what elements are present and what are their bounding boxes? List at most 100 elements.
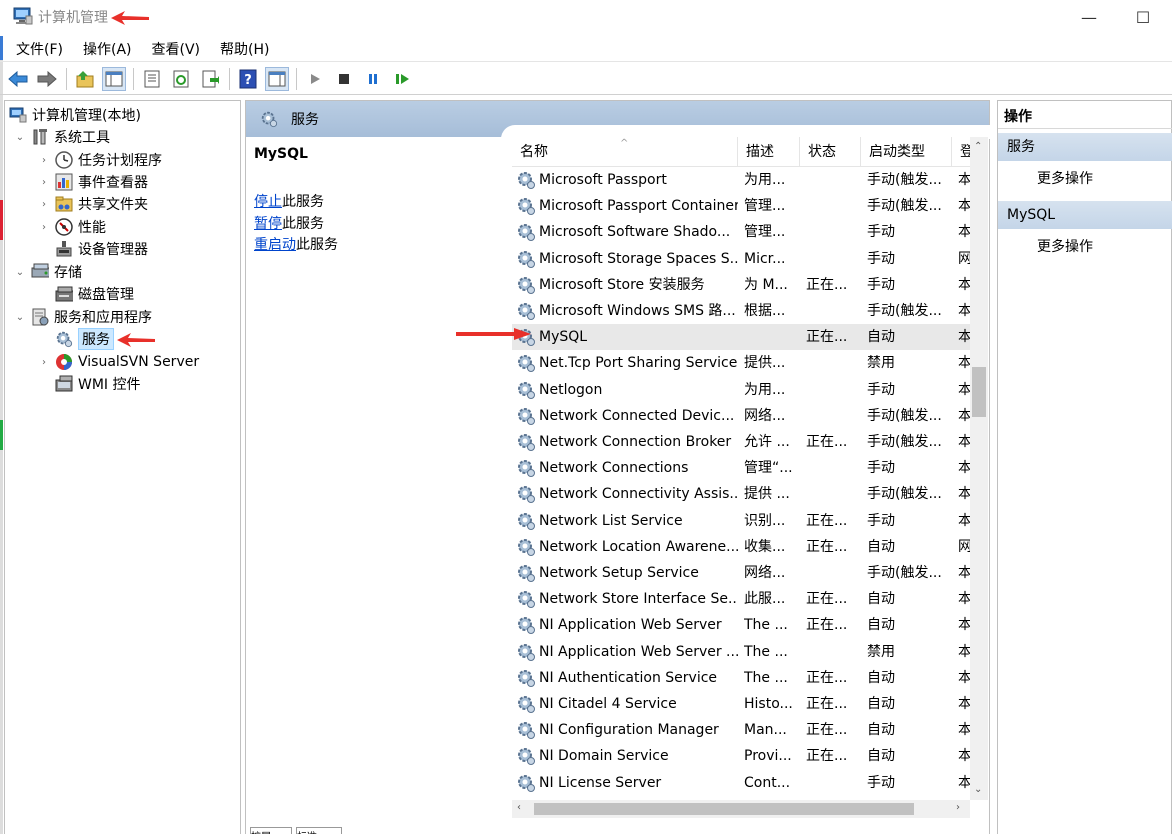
table-row[interactable]: Microsoft Storage Spaces S... Micr... 手动网	[512, 246, 972, 272]
service-description: 提供...	[744, 355, 786, 372]
table-row[interactable]: Microsoft Passport 为用... 手动(触发... 本	[512, 167, 972, 193]
table-row[interactable]: MySQL 正在... 自动本	[512, 324, 972, 351]
tree-root[interactable]: 计算机管理(本地)	[9, 104, 141, 126]
scroll-thumb[interactable]	[972, 367, 986, 417]
vertical-scrollbar[interactable]: ⌃ ⌄	[970, 137, 988, 800]
service-startup-type: 手动(触发...	[867, 303, 942, 319]
more-actions-services[interactable]: 更多操作	[1037, 168, 1093, 188]
up-folder-icon[interactable]	[73, 67, 97, 91]
help-icon[interactable]: ?	[236, 67, 260, 91]
service-description: 根据...	[744, 303, 786, 319]
column-name[interactable]: 名称 ^	[512, 137, 738, 167]
action-group-mysql[interactable]: MySQL	[998, 201, 1172, 229]
expand-chevron-icon[interactable]: ›	[37, 222, 51, 233]
service-startup-type: 手动	[867, 460, 895, 477]
scroll-thumb[interactable]	[534, 803, 914, 815]
play-icon[interactable]	[303, 67, 327, 91]
table-row[interactable]: Network Connected Devic... 网络... 手动(触发... 本	[512, 403, 972, 429]
back-arrow-icon[interactable]	[6, 67, 30, 91]
computer-management-icon	[13, 7, 33, 25]
table-row[interactable]: NI Domain Service Provi... 正在... 自动本	[512, 743, 972, 769]
collapse-chevron-icon[interactable]: ⌄	[13, 267, 27, 278]
collapse-chevron-icon[interactable]: ⌄	[13, 132, 27, 143]
scroll-right-icon[interactable]: ›	[956, 802, 960, 813]
table-row[interactable]: Microsoft Store 安装服务为 M... 正在... 手动本	[512, 272, 972, 298]
service-description: Cont...	[744, 774, 791, 791]
table-row[interactable]: NI License Server Cont... 手动本	[512, 770, 972, 796]
tree-system-tools[interactable]: ⌄ 系统工具	[13, 126, 110, 148]
table-row[interactable]: Network Setup Service 网络... 手动(触发... 本	[512, 560, 972, 586]
table-row[interactable]: NI Citadel 4 Service Histo... 正在... 自动本	[512, 691, 972, 717]
more-actions-mysql[interactable]: 更多操作	[1037, 236, 1093, 256]
tree-task-scheduler[interactable]: › 任务计划程序	[37, 149, 162, 171]
refresh-icon[interactable]	[169, 67, 193, 91]
service-status	[806, 350, 858, 376]
services-pane-title: 服务	[291, 112, 319, 128]
action-group-services[interactable]: 服务	[998, 133, 1172, 161]
table-row[interactable]: Net.Tcp Port Sharing Service 提供... 禁用本	[512, 350, 972, 376]
tree-event-viewer[interactable]: › 事件查看器	[37, 171, 148, 193]
column-description[interactable]: 描述	[738, 137, 800, 167]
tree-services[interactable]: 服务	[55, 328, 114, 350]
tree-device-manager[interactable]: 设备管理器	[55, 238, 148, 260]
tree-shared-folders[interactable]: › 共享文件夹	[37, 193, 148, 215]
tree-services-apps[interactable]: ⌄ 服务和应用程序	[13, 306, 152, 328]
services-list: 名称 ^ 描述 状态 启动类型 登 Microsoft Passport 为用...…	[512, 137, 987, 827]
table-row[interactable]: Network Store Interface Se... 此服... 正在... 自…	[512, 586, 972, 612]
expand-chevron-icon[interactable]: ›	[37, 177, 51, 188]
menu-file[interactable]: 文件(F)	[8, 39, 71, 59]
column-startup-type[interactable]: 启动类型	[861, 137, 952, 167]
table-row[interactable]: Network Location Awarene... 收集... 正在... 自动网	[512, 534, 972, 560]
tree-visualsvn[interactable]: › VisualSVN Server	[37, 351, 199, 373]
table-row[interactable]: Microsoft Passport Container 管理... 手动(触发..…	[512, 193, 972, 219]
tree-storage[interactable]: ⌄ 存储	[13, 261, 82, 283]
expand-chevron-icon[interactable]: ›	[37, 155, 51, 166]
pause-service-link[interactable]: 暂停	[254, 216, 282, 232]
menu-action[interactable]: 操作(A)	[75, 39, 140, 59]
panel-icon[interactable]	[265, 66, 289, 91]
stop-service-link[interactable]: 停止	[254, 194, 282, 210]
properties-icon[interactable]	[140, 67, 164, 91]
restart-icon[interactable]	[390, 67, 414, 91]
table-row[interactable]: Network List Service 识别... 正在... 手动本	[512, 508, 972, 534]
export-icon[interactable]	[198, 67, 222, 91]
show-tree-icon[interactable]	[102, 66, 126, 91]
table-row[interactable]: Network Connections 管理“... 手动本	[512, 455, 972, 481]
scroll-left-icon[interactable]: ‹	[517, 802, 521, 813]
table-row[interactable]: NI Configuration Manager Man... 正在... 自动本	[512, 717, 972, 743]
svg-text:?: ?	[244, 73, 252, 88]
table-row[interactable]: Netlogon 为用... 手动本	[512, 377, 972, 403]
scroll-down-icon[interactable]: ⌄	[974, 784, 982, 795]
column-status[interactable]: 状态	[800, 137, 861, 167]
service-status	[806, 193, 858, 219]
tab-extended[interactable]: 扩展	[250, 827, 292, 834]
collapse-chevron-icon[interactable]: ⌄	[13, 312, 27, 323]
table-row[interactable]: Network Connectivity Assis... 提供 ... 手动(触发…	[512, 481, 972, 507]
table-row[interactable]: NI Authentication Service The ... 正在... 自动本	[512, 665, 972, 691]
minimize-button[interactable]: —	[1066, 4, 1112, 30]
table-row[interactable]: Microsoft Windows SMS 路... 根据... 手动(触发... 本	[512, 298, 972, 324]
service-name-cell: Microsoft Passport	[516, 167, 738, 193]
tree-wmi[interactable]: WMI 控件	[55, 373, 141, 395]
table-row[interactable]: NI Application Web Server ... The ... 禁用本	[512, 639, 972, 665]
stop-icon[interactable]	[332, 67, 356, 91]
table-row[interactable]: Microsoft Software Shado... 管理... 手动本	[512, 219, 972, 245]
services-apps-icon	[31, 308, 49, 326]
table-row[interactable]: NI Application Web Server The ... 正在... 自动本	[512, 612, 972, 638]
tab-standard[interactable]: 标准	[296, 827, 342, 834]
table-row[interactable]: Network Connection Broker 允许 ... 正在... 手动(触…	[512, 429, 972, 455]
expand-chevron-icon[interactable]: ›	[37, 357, 51, 368]
restart-service-link[interactable]: 重启动	[254, 237, 296, 253]
expand-chevron-icon[interactable]: ›	[37, 199, 51, 210]
clock-icon	[55, 151, 73, 169]
menu-help[interactable]: 帮助(H)	[212, 39, 277, 59]
horizontal-scrollbar[interactable]: ‹ ›	[512, 800, 970, 818]
scroll-up-icon[interactable]: ⌃	[974, 141, 982, 152]
forward-arrow-icon[interactable]	[35, 67, 59, 91]
menu-view[interactable]: 查看(V)	[144, 39, 209, 59]
tree-performance[interactable]: › 性能	[37, 216, 106, 238]
pause-icon[interactable]	[361, 67, 385, 91]
maximize-button[interactable]: ☐	[1120, 4, 1166, 30]
tree-disk-management[interactable]: 磁盘管理	[55, 283, 134, 305]
service-status	[806, 639, 858, 665]
